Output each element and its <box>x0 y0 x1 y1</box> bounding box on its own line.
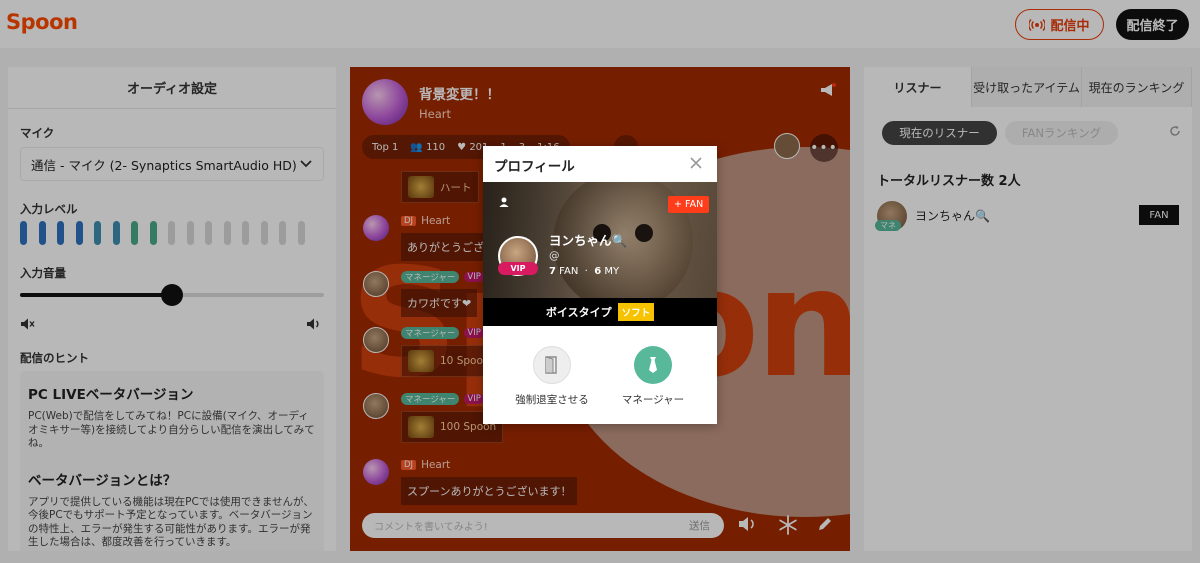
vip-badge: VIP <box>498 262 538 275</box>
user-silhouette-icon <box>499 197 509 207</box>
follow-fan-button[interactable]: + FAN <box>668 196 710 213</box>
kick-action[interactable]: 強制退室させる <box>512 346 592 407</box>
profile-cover-image: + FAN VIP ヨンちゃん🔍 @ 7 FAN · 6 MY <box>483 182 717 298</box>
profile-name: ヨンちゃん🔍 <box>549 233 628 248</box>
close-icon[interactable] <box>689 156 703 170</box>
manager-action-label: マネージャー <box>621 394 685 406</box>
my-count-label: MY <box>604 266 620 277</box>
profile-modal: プロフィール + FAN VIP ヨンちゃん🔍 @ 7 FAN · 6 MY ボ… <box>483 146 717 424</box>
fan-count: 7 <box>549 266 556 277</box>
profile-counts: 7 FAN · 6 MY <box>549 266 620 277</box>
profile-handle: @ <box>549 250 560 262</box>
voice-type-label: ボイスタイプ <box>545 306 612 319</box>
fan-count-label: FAN <box>559 266 579 277</box>
voice-type-badge: ソフト <box>617 303 655 321</box>
my-count: 6 <box>594 266 602 277</box>
voice-type-bar: ボイスタイプ ソフト <box>483 298 717 326</box>
profile-modal-title: プロフィール <box>494 159 575 175</box>
door-icon <box>533 346 571 384</box>
manager-action[interactable]: マネージャー <box>613 346 693 407</box>
kick-action-label: 強制退室させる <box>515 394 589 406</box>
tie-icon <box>634 346 672 384</box>
